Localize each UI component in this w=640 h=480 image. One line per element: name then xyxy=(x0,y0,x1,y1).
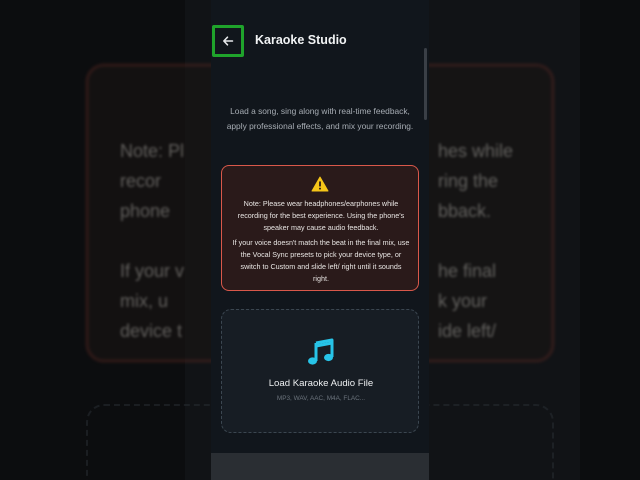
background-right-panel xyxy=(580,0,640,480)
load-audio-label: Load Karaoke Audio File xyxy=(268,378,374,389)
headphone-warning-card: Note: Please wear headphones/earphones w… xyxy=(221,165,419,291)
warning-headphones-text: Note: Please wear headphones/earphones w… xyxy=(237,199,405,232)
bottom-panel xyxy=(211,453,429,480)
back-button[interactable] xyxy=(212,25,244,57)
arrow-left-icon xyxy=(223,36,234,46)
warning-triangle-icon xyxy=(311,176,329,192)
supported-formats-text: MP3, WAV, AAC, M4A, FLAC... xyxy=(276,395,366,402)
background-right-text: hes while ring the bback. he final k you… xyxy=(438,141,514,341)
load-audio-dropzone[interactable]: Load Karaoke Audio File MP3, WAV, AAC, M… xyxy=(221,309,419,433)
app-header: Karaoke Studio xyxy=(211,0,429,84)
music-note-icon xyxy=(308,338,334,365)
phone-screen: Karaoke Studio Load a song, sing along w… xyxy=(211,0,429,480)
warning-vocal-sync-text: If your voice doesn't match the beat in … xyxy=(232,238,410,283)
scrollbar[interactable] xyxy=(424,48,427,120)
intro-text: Load a song, sing along with real-time f… xyxy=(226,106,414,131)
page-title: Karaoke Studio xyxy=(255,33,347,47)
background-left-text: Note: Pl recor phone If your v mix, u de… xyxy=(120,141,185,341)
